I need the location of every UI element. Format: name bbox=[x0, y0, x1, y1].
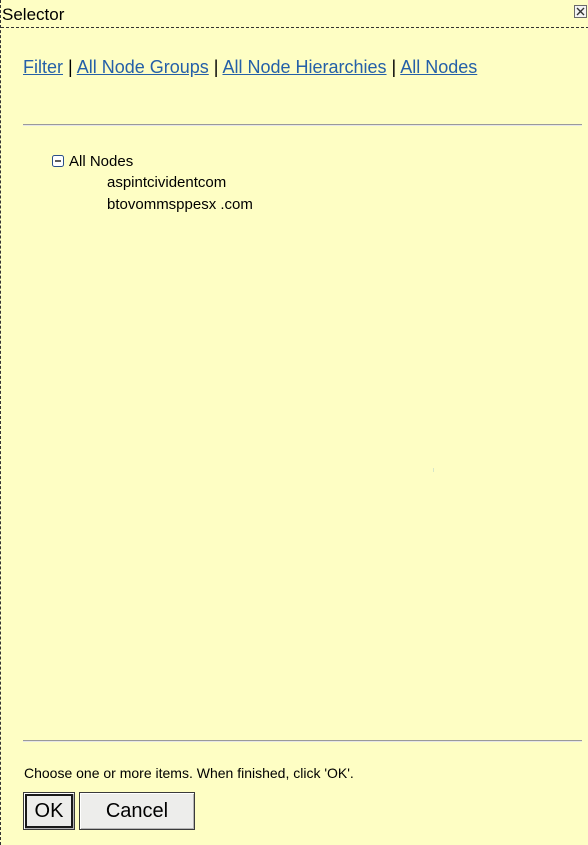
close-icon[interactable] bbox=[574, 5, 587, 18]
link-separator: | bbox=[208, 57, 223, 77]
instruction-text: Choose one or more items. When finished,… bbox=[24, 765, 354, 781]
decorative-mark bbox=[433, 468, 434, 472]
ok-button[interactable]: OK bbox=[23, 792, 75, 830]
bottom-divider bbox=[23, 740, 582, 742]
link-separator: | bbox=[63, 57, 77, 77]
title-bar: Selector bbox=[1, 0, 588, 28]
top-divider bbox=[23, 124, 582, 126]
all-nodes-link[interactable]: All Nodes bbox=[400, 57, 477, 77]
all-node-hierarchies-link[interactable]: All Node Hierarchies bbox=[222, 57, 386, 77]
node-tree: All Nodes aspintcividentcom btovommsppes… bbox=[52, 150, 253, 216]
selector-panel: Selector Filter | All Node Groups | All … bbox=[0, 0, 588, 845]
link-separator: | bbox=[386, 57, 401, 77]
tree-root-all-nodes[interactable]: All Nodes bbox=[52, 150, 253, 172]
all-node-groups-link[interactable]: All Node Groups bbox=[77, 57, 209, 77]
minus-box-icon[interactable] bbox=[52, 155, 64, 167]
view-links: Filter | All Node Groups | All Node Hier… bbox=[23, 53, 573, 82]
tree-root-label: All Nodes bbox=[69, 152, 134, 170]
filter-link[interactable]: Filter bbox=[23, 57, 63, 77]
tree-node-item[interactable]: btovommsppesx .com bbox=[52, 194, 253, 216]
tree-node-item[interactable]: aspintcividentcom bbox=[52, 172, 253, 194]
panel-title: Selector bbox=[2, 5, 65, 24]
cancel-button[interactable]: Cancel bbox=[79, 792, 195, 830]
